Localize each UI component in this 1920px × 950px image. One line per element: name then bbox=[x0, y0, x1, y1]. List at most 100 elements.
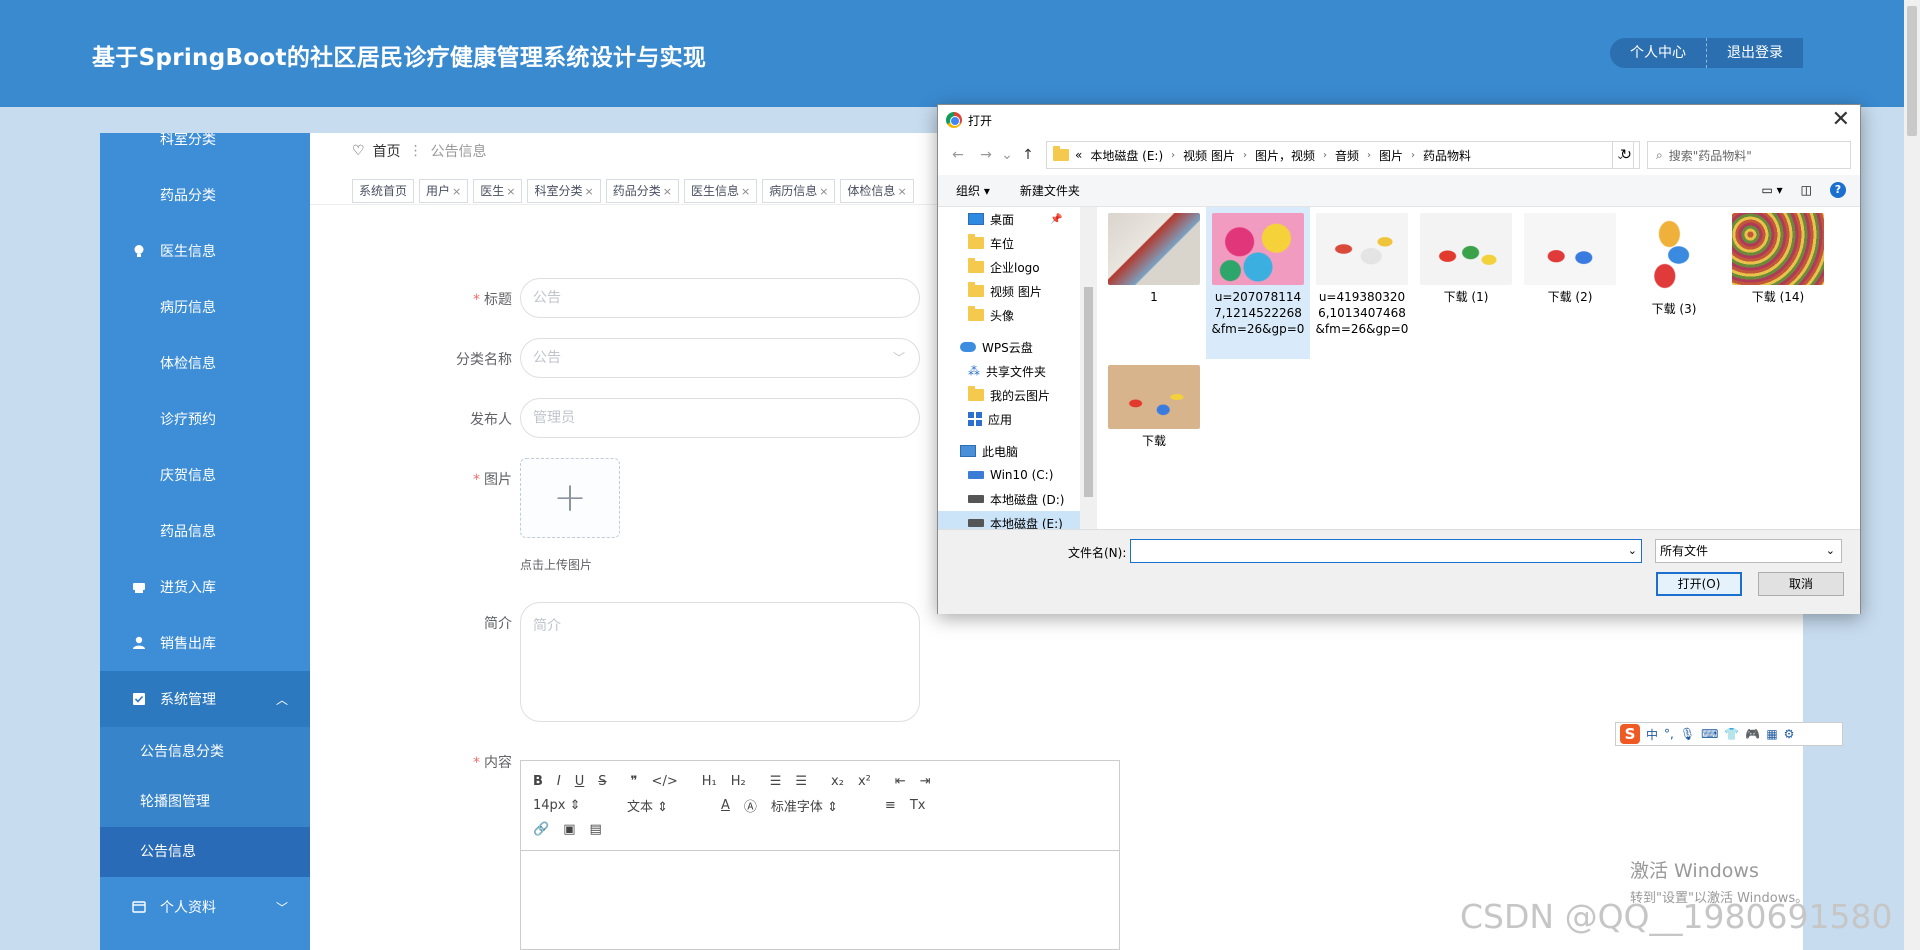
path-segment[interactable]: 图片 bbox=[1379, 147, 1403, 164]
up-icon[interactable]: ↑ bbox=[1014, 147, 1042, 163]
sidebar-item-drug-info[interactable]: 药品信息 bbox=[100, 503, 310, 559]
strike-icon[interactable]: S bbox=[598, 774, 606, 789]
ime-lang[interactable]: 中 bbox=[1646, 726, 1658, 743]
tag-dept-category[interactable]: 科室分类 × bbox=[527, 179, 601, 203]
file-item[interactable]: 1 bbox=[1102, 207, 1206, 305]
tag-doctor-info[interactable]: 医生信息 × bbox=[683, 179, 758, 203]
close-icon[interactable]: × bbox=[506, 185, 515, 198]
path-overflow[interactable]: « bbox=[1075, 148, 1082, 162]
h1-icon[interactable]: H₁ bbox=[702, 774, 717, 789]
tag-doctor[interactable]: 医生 × bbox=[473, 179, 523, 203]
nav-item-shared[interactable]: ⁂ 共享文件夹 bbox=[968, 359, 1046, 383]
open-button[interactable]: 打开(O) bbox=[1656, 572, 1742, 596]
nav-item-cloud-images[interactable]: 我的云图片 bbox=[968, 383, 1050, 407]
image-icon[interactable]: ▣ bbox=[563, 822, 575, 837]
page-scrollbar[interactable] bbox=[1904, 0, 1920, 950]
sidebar-item-profile[interactable]: 个人资料 ﹀ bbox=[100, 879, 310, 935]
nav-item-apps[interactable]: 应用 bbox=[968, 407, 1012, 431]
video-icon[interactable]: ▤ bbox=[589, 822, 601, 837]
forward-icon[interactable]: → bbox=[972, 147, 1000, 163]
underline-icon[interactable]: U bbox=[575, 774, 585, 789]
mic-icon[interactable]: 🎙 bbox=[1680, 727, 1695, 741]
sidebar-item-medical-records[interactable]: 病历信息 bbox=[100, 279, 310, 335]
clear-format-icon[interactable]: Tx bbox=[910, 798, 926, 813]
sidebar-subitem-notice-info[interactable]: 公告信息 bbox=[100, 827, 310, 877]
bullet-list-icon[interactable]: ☰ bbox=[795, 774, 807, 789]
quote-icon[interactable]: ❞ bbox=[631, 774, 638, 789]
cancel-button[interactable]: 取消 bbox=[1758, 572, 1844, 596]
close-icon[interactable]: × bbox=[663, 185, 672, 198]
close-icon[interactable]: × bbox=[819, 185, 828, 198]
nav-item-desktop[interactable]: 桌面 📌 bbox=[968, 207, 1062, 231]
publisher-input[interactable]: 管理员 bbox=[520, 398, 920, 438]
path-segment[interactable]: 本地磁盘 (E:) bbox=[1090, 147, 1163, 164]
personal-center-button[interactable]: 个人中心 bbox=[1610, 38, 1706, 68]
font-color-icon[interactable]: A bbox=[721, 798, 730, 813]
sidebar-item-system-management[interactable]: 系统管理 ︿ bbox=[100, 671, 310, 727]
file-item[interactable]: 下载 bbox=[1102, 359, 1206, 449]
nav-item-drive-c[interactable]: Win10 (C:) bbox=[968, 463, 1053, 487]
link-icon[interactable]: 🔗 bbox=[533, 822, 549, 837]
game-icon[interactable]: 🎮 bbox=[1745, 727, 1760, 741]
nav-item-this-pc[interactable]: 此电脑 bbox=[960, 439, 1018, 463]
intro-textarea[interactable]: 简介 bbox=[520, 602, 920, 722]
subscript-icon[interactable]: x₂ bbox=[831, 774, 844, 789]
sidebar-subitem-notice-category[interactable]: 公告信息分类 bbox=[100, 727, 310, 777]
close-icon[interactable]: × bbox=[897, 185, 906, 198]
sidebar-item-checkup-info[interactable]: 体检信息 bbox=[100, 335, 310, 391]
tag-medical-records[interactable]: 病历信息 × bbox=[762, 179, 836, 203]
path-segment[interactable]: 图片，视频 bbox=[1255, 147, 1315, 164]
file-item[interactable]: u=2070781147,1214522268&fm=26&gp=0 bbox=[1206, 207, 1310, 359]
file-item[interactable]: 下载 (2) bbox=[1518, 207, 1622, 305]
nav-item-drive-e[interactable]: 本地磁盘 (E:) bbox=[938, 511, 1080, 529]
ordered-list-icon[interactable]: ☰ bbox=[770, 774, 782, 789]
skin-icon[interactable]: 👕 bbox=[1724, 727, 1739, 741]
sidebar-subitem-carousel[interactable]: 轮播图管理 bbox=[100, 777, 310, 827]
tag-checkup-info[interactable]: 体检信息 × bbox=[840, 179, 914, 203]
filename-input[interactable]: ⌄ bbox=[1130, 539, 1642, 563]
close-icon[interactable]: × bbox=[452, 185, 461, 198]
nav-item-avatar[interactable]: 头像 bbox=[968, 303, 1014, 327]
title-input[interactable]: 公告 bbox=[520, 278, 920, 318]
settings-icon[interactable]: ⚙ bbox=[1784, 727, 1795, 741]
bg-color-icon[interactable]: Ⓐ bbox=[744, 796, 757, 815]
path-segment[interactable]: 视频 图片 bbox=[1183, 147, 1235, 164]
bold-icon[interactable]: B bbox=[533, 774, 543, 789]
indent-icon[interactable]: ⇥ bbox=[920, 774, 931, 789]
recent-dropdown-icon[interactable]: ⌄ bbox=[1000, 147, 1014, 163]
text-style-select[interactable]: 文本 ⇕ bbox=[627, 796, 707, 815]
keyboard-icon[interactable]: ⌨ bbox=[1701, 727, 1718, 741]
view-icon[interactable]: ▭ ▾ bbox=[1761, 183, 1782, 197]
chevron-down-icon[interactable]: ⌄ bbox=[1628, 544, 1637, 557]
dialog-search-input[interactable]: ⌕ 搜索"药品物料" bbox=[1647, 141, 1851, 169]
address-bar[interactable]: « 本地磁盘 (E:) › 视频 图片 › 图片，视频 › 音频 › 图片 › 药品物料 … bbox=[1046, 141, 1634, 169]
nav-item-wps-cloud[interactable]: WPS云盘 bbox=[960, 335, 1033, 359]
apps-icon[interactable]: ▦ bbox=[1766, 727, 1777, 741]
superscript-icon[interactable]: x² bbox=[858, 774, 871, 789]
filetype-select[interactable]: 所有文件 ⌄ bbox=[1655, 539, 1842, 563]
nav-item-drive-d[interactable]: 本地磁盘 (D:) bbox=[968, 487, 1064, 511]
close-icon[interactable]: ✕ bbox=[1832, 107, 1850, 132]
sidebar-item-dept-category[interactable]: 科室分类 bbox=[100, 133, 310, 167]
outdent-icon[interactable]: ⇤ bbox=[895, 774, 906, 789]
file-item[interactable]: u=4193803206,1013407468&fm=26&gp=0 bbox=[1310, 207, 1414, 337]
file-item[interactable]: 下载 (3) bbox=[1622, 207, 1726, 317]
close-icon[interactable]: × bbox=[585, 185, 594, 198]
file-item[interactable]: 下载 (1) bbox=[1414, 207, 1518, 305]
italic-icon[interactable]: I bbox=[557, 774, 561, 789]
new-folder-button[interactable]: 新建文件夹 bbox=[1020, 182, 1080, 199]
tag-user[interactable]: 用户 × bbox=[419, 179, 469, 203]
tag-drug-category[interactable]: 药品分类 × bbox=[605, 179, 679, 203]
sidebar-item-celebration-info[interactable]: 庆贺信息 bbox=[100, 447, 310, 503]
sidebar-item-sales-out[interactable]: 销售出库 bbox=[100, 615, 310, 671]
close-icon[interactable]: × bbox=[741, 185, 750, 198]
path-segment[interactable]: 音频 bbox=[1335, 147, 1359, 164]
path-segment[interactable]: 药品物料 bbox=[1423, 147, 1471, 164]
nav-scrollbar[interactable] bbox=[1080, 207, 1097, 529]
sidebar-item-stock-in[interactable]: 进货入库 bbox=[100, 559, 310, 615]
punct-icon[interactable]: °, bbox=[1664, 727, 1674, 741]
font-family-select[interactable]: 标准字体 ⇕ bbox=[771, 796, 871, 815]
align-icon[interactable]: ≡ bbox=[885, 798, 896, 813]
nav-item-logo[interactable]: 企业logo bbox=[968, 255, 1040, 279]
organize-menu[interactable]: 组织 ▾ bbox=[956, 182, 990, 199]
